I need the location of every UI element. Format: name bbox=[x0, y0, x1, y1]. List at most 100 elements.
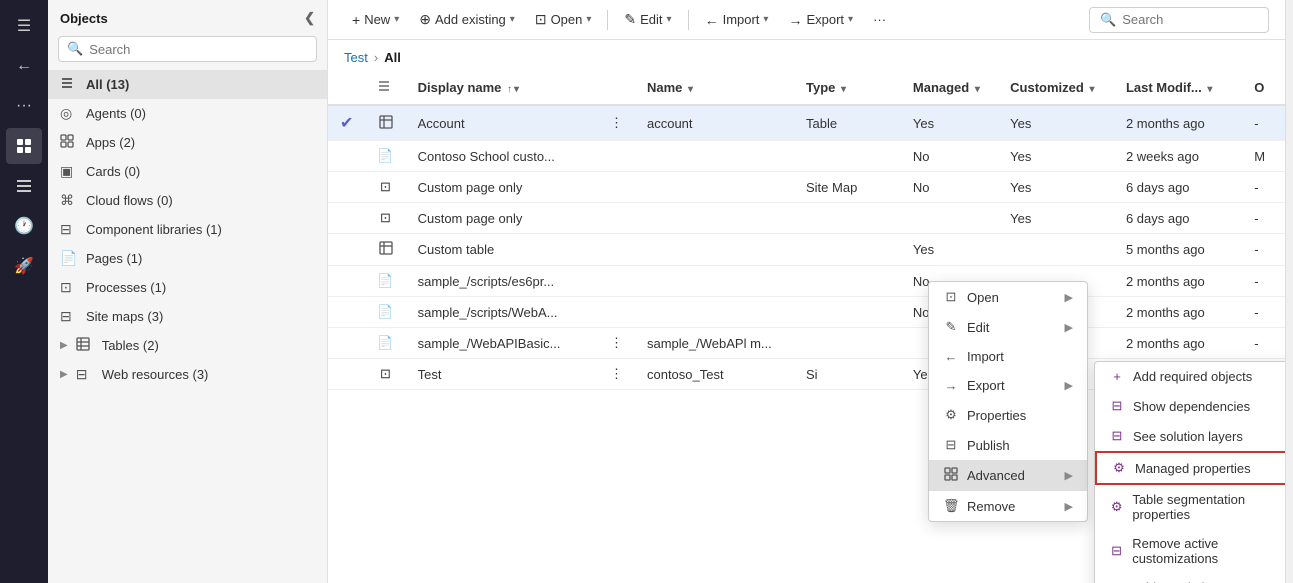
row-checkbox[interactable]: ✔ bbox=[328, 105, 365, 141]
sidebar-item-all[interactable]: All (13) bbox=[48, 70, 327, 99]
sidebar-item-site-maps[interactable]: ⊟ Site maps (3) bbox=[48, 302, 327, 331]
row-checkbox[interactable] bbox=[328, 328, 365, 359]
row-checkbox[interactable] bbox=[328, 141, 365, 172]
table-row[interactable]: 📄 sample_/scripts/es6pr... No 2 months a… bbox=[328, 266, 1285, 297]
sidebar-item-cards[interactable]: ▣ Cards (0) bbox=[48, 157, 327, 186]
table-row[interactable]: ⊡ Custom page only Site Map No Yes 6 day… bbox=[328, 172, 1285, 203]
sm-item-managed-props[interactable]: ⚙ Managed properties bbox=[1095, 451, 1285, 485]
clock-icon[interactable]: 🕐 bbox=[6, 208, 42, 244]
cm-item-properties[interactable]: ⚙ Properties bbox=[929, 400, 1087, 430]
more-icon[interactable]: ··· bbox=[6, 88, 42, 124]
row-context-dots[interactable] bbox=[598, 203, 635, 234]
col-header-name[interactable]: Name ▾ bbox=[635, 71, 794, 105]
new-button[interactable]: + New ▾ bbox=[344, 7, 407, 33]
row-context-dots[interactable] bbox=[598, 266, 635, 297]
cm-item-publish[interactable]: ⊟ Publish bbox=[929, 430, 1087, 460]
back-icon[interactable]: ← bbox=[6, 48, 42, 84]
sidebar-item-web-resources[interactable]: ▶ ⊟ Web resources (3) bbox=[48, 360, 327, 389]
export-button[interactable]: → Export ▾ bbox=[780, 7, 861, 33]
sm-remove-active-icon: ⊟ bbox=[1109, 543, 1124, 559]
table-row[interactable]: ⊡ Custom page only Yes 6 days ago - bbox=[328, 203, 1285, 234]
cm-item-advanced[interactable]: Advanced ▶ bbox=[929, 460, 1087, 491]
row-last-modified: 5 months ago bbox=[1114, 234, 1242, 266]
row-customized: Yes bbox=[998, 172, 1114, 203]
right-scrollbar[interactable] bbox=[1285, 0, 1293, 583]
row-last-modified: 2 months ago bbox=[1114, 105, 1242, 141]
col-header-type-icon bbox=[365, 71, 405, 105]
table-row[interactable]: 📄 Contoso School custo... No Yes 2 weeks… bbox=[328, 141, 1285, 172]
row-context-dots[interactable]: ⋮ bbox=[598, 359, 635, 390]
row-type-icon: ⊡ bbox=[365, 359, 405, 390]
sm-item-table-seg[interactable]: ⚙ Table segmentation properties bbox=[1095, 485, 1285, 529]
sidebar-item-label-cards: Cards (0) bbox=[86, 164, 315, 179]
cm-export-icon: → bbox=[943, 378, 959, 393]
col-header-customized[interactable]: Customized ▾ bbox=[998, 71, 1114, 105]
row-context-dots[interactable] bbox=[598, 297, 635, 328]
sidebar-item-pages[interactable]: 📄 Pages (1) bbox=[48, 244, 327, 273]
sidebar-item-component-libraries[interactable]: ⊟ Component libraries (1) bbox=[48, 215, 327, 244]
sidebar-item-processes[interactable]: ⊡ Processes (1) bbox=[48, 273, 327, 302]
cm-item-export[interactable]: → Export ▶ bbox=[929, 371, 1087, 400]
sidebar-item-label-web-resources: Web resources (3) bbox=[102, 367, 315, 382]
puzzle-icon[interactable] bbox=[6, 128, 42, 164]
display-name-sort-asc-icon: ↑ bbox=[507, 84, 512, 95]
tables-icon bbox=[76, 337, 94, 354]
row-last-modified: 6 days ago bbox=[1114, 203, 1242, 234]
cm-edit-label: Edit bbox=[967, 320, 989, 335]
col-header-type[interactable]: Type ▾ bbox=[794, 71, 901, 105]
sm-item-add-solution[interactable]: + Add to solution bbox=[1095, 573, 1285, 583]
rocket-icon[interactable]: 🚀 bbox=[6, 248, 42, 284]
table-row[interactable]: Custom table Yes 5 months ago - bbox=[328, 234, 1285, 266]
new-label: New bbox=[364, 12, 390, 27]
sm-item-see-solution[interactable]: ⊟ See solution layers bbox=[1095, 421, 1285, 451]
more-button[interactable]: ··· bbox=[865, 7, 894, 32]
row-checkbox[interactable] bbox=[328, 172, 365, 203]
cm-item-open[interactable]: ⊡ Open ▶ bbox=[929, 282, 1087, 312]
sidebar-search-input[interactable] bbox=[89, 42, 308, 57]
table-row[interactable]: 📄 sample_/scripts/WebA... No 2 months ag… bbox=[328, 297, 1285, 328]
open-button[interactable]: ⊡ Open ▾ bbox=[527, 6, 600, 33]
table-row[interactable]: 📄 sample_/WebAPIBasic... ⋮ sample_/WebAP… bbox=[328, 328, 1285, 359]
row-name bbox=[635, 203, 794, 234]
import-button[interactable]: ← Import ▾ bbox=[697, 7, 777, 33]
list-icon[interactable] bbox=[6, 168, 42, 204]
sidebar-item-cloud-flows[interactable]: ⌘ Cloud flows (0) bbox=[48, 186, 327, 215]
row-checkbox[interactable] bbox=[328, 359, 365, 390]
col-header-display-name[interactable]: Display name ↑▾ bbox=[406, 71, 598, 105]
row-context-dots[interactable] bbox=[598, 141, 635, 172]
add-existing-label: Add existing bbox=[435, 12, 506, 27]
edit-button[interactable]: ✎ Edit ▾ bbox=[616, 6, 679, 33]
row-context-dots[interactable]: ⋮ bbox=[598, 328, 635, 359]
sm-item-add-required[interactable]: + Add required objects bbox=[1095, 362, 1285, 391]
row-checkbox[interactable] bbox=[328, 266, 365, 297]
import-arrow-icon: ▾ bbox=[763, 14, 768, 25]
sm-table-seg-icon: ⚙ bbox=[1109, 499, 1124, 515]
row-context-dots[interactable] bbox=[598, 172, 635, 203]
hamburger-icon[interactable]: ☰ bbox=[6, 8, 42, 44]
breadcrumb-test-link[interactable]: Test bbox=[344, 50, 368, 65]
cm-item-edit[interactable]: ✎ Edit ▶ bbox=[929, 312, 1087, 342]
row-type: Table bbox=[794, 105, 901, 141]
col-header-managed[interactable]: Managed ▾ bbox=[901, 71, 998, 105]
toolbar: + New ▾ ⊕ Add existing ▾ ⊡ Open ▾ ✎ Edit… bbox=[328, 0, 1285, 40]
sm-item-show-deps[interactable]: ⊟ Show dependencies bbox=[1095, 391, 1285, 421]
sidebar-item-tables[interactable]: ▶ Tables (2) bbox=[48, 331, 327, 360]
row-checkbox[interactable] bbox=[328, 234, 365, 266]
toolbar-search-icon: 🔍 bbox=[1100, 12, 1116, 28]
cm-item-import[interactable]: ← Import bbox=[929, 342, 1087, 371]
table-row[interactable]: ✔ Account ⋮ account Table Yes Yes 2 mont… bbox=[328, 105, 1285, 141]
row-context-dots[interactable]: ⋮ bbox=[598, 105, 635, 141]
sidebar-item-apps[interactable]: Apps (2) bbox=[48, 128, 327, 157]
sidebar-collapse-icon[interactable]: ❮ bbox=[304, 10, 315, 26]
toolbar-search-input[interactable] bbox=[1122, 12, 1258, 27]
row-context-dots[interactable] bbox=[598, 234, 635, 266]
row-type bbox=[794, 203, 901, 234]
open-icon: ⊡ bbox=[535, 11, 547, 28]
sidebar-item-agents[interactable]: ◎ Agents (0) bbox=[48, 99, 327, 128]
col-header-last-modified[interactable]: Last Modif... ▾ bbox=[1114, 71, 1242, 105]
sm-item-remove-active[interactable]: ⊟ Remove active customizations bbox=[1095, 529, 1285, 573]
cm-item-remove[interactable]: 🗑 Remove ▶ bbox=[929, 491, 1087, 521]
row-checkbox[interactable] bbox=[328, 297, 365, 328]
row-checkbox[interactable] bbox=[328, 203, 365, 234]
add-existing-button[interactable]: ⊕ Add existing ▾ bbox=[411, 6, 523, 33]
